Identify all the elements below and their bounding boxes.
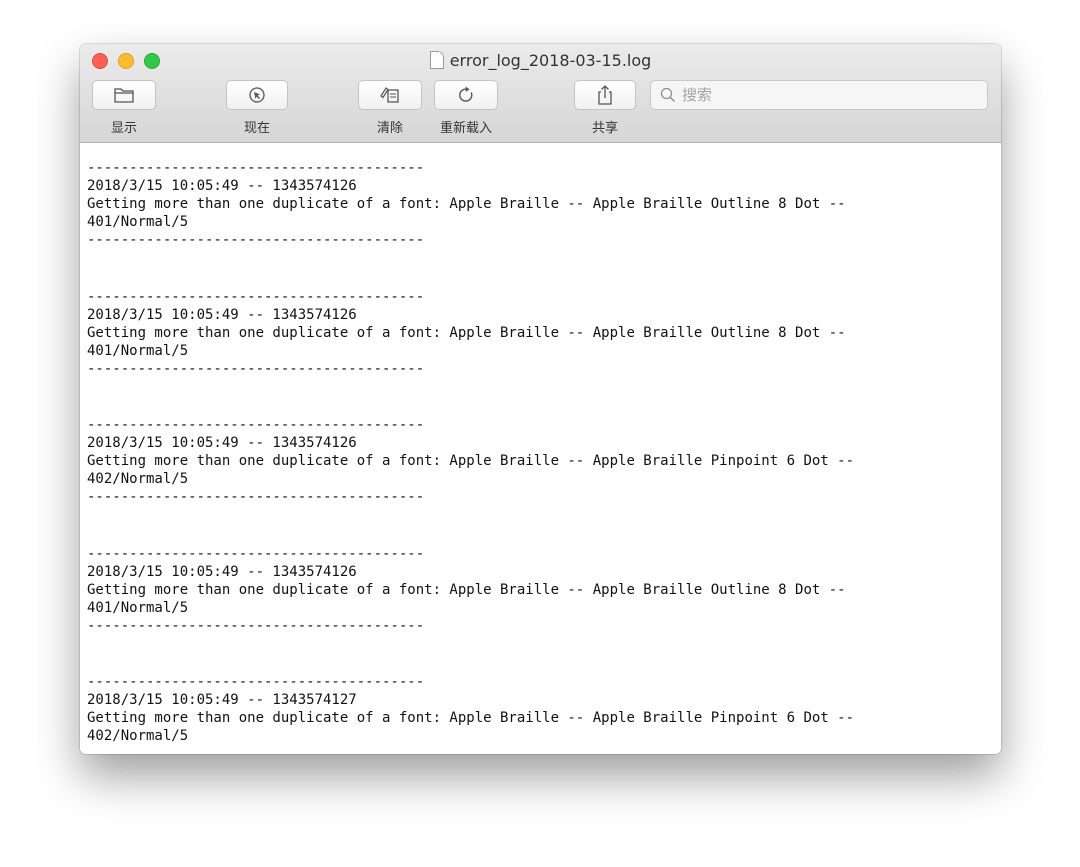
separator-top: ----------------------------------------: [87, 160, 425, 176]
entry-timestamp: 2018/3/15 10:05:49 -- 1343574126: [87, 178, 357, 194]
log-entry: ----------------------------------------…: [87, 288, 987, 417]
entry-detail: 401/Normal/5: [87, 342, 189, 359]
separator-top: ----------------------------------------: [87, 545, 425, 562]
log-text: ----------------------------------------…: [87, 159, 987, 754]
entry-detail: 401/Normal/5: [87, 599, 189, 616]
separator-top: ----------------------------------------: [87, 674, 425, 690]
separator-top: ----------------------------------------: [87, 288, 425, 305]
title-bar: error_log_2018-03-15.log 显示 现在 清除 重新载入 共…: [80, 44, 1001, 143]
log-content-area[interactable]: ----------------------------------------…: [80, 143, 1001, 754]
separator-top: ----------------------------------------: [87, 417, 425, 433]
clear-button[interactable]: [358, 80, 422, 110]
entry-detail: 402/Normal/5: [87, 471, 189, 487]
separator-bottom: ----------------------------------------: [87, 232, 425, 248]
clear-log-icon: [380, 87, 399, 103]
entry-message: Getting more than one duplicate of a fon…: [87, 710, 855, 726]
window-title: error_log_2018-03-15.log: [449, 51, 652, 70]
folder-icon: [114, 88, 134, 103]
share-icon: [598, 85, 612, 105]
reload-label: 重新载入: [439, 121, 492, 136]
entry-timestamp: 2018/3/15 10:05:49 -- 1343574127: [87, 692, 357, 708]
separator-bottom: ----------------------------------------: [87, 617, 425, 634]
log-entry: ----------------------------------------…: [87, 545, 987, 674]
document-icon: [429, 51, 444, 69]
share-label: 共享: [591, 121, 618, 136]
log-entry: ----------------------------------------…: [87, 673, 987, 754]
separator-bottom: ----------------------------------------: [87, 489, 425, 505]
share-button[interactable]: [574, 80, 636, 110]
cursor-arrow-icon: [249, 87, 265, 103]
separator-bottom: ----------------------------------------: [87, 360, 425, 377]
show-sidebar-button[interactable]: [92, 80, 156, 110]
now-button[interactable]: [226, 80, 288, 110]
entry-detail: 401/Normal/5: [87, 214, 189, 230]
show-sidebar-label: 显示: [110, 121, 137, 136]
log-entry: ----------------------------------------…: [87, 159, 987, 288]
search-field[interactable]: [650, 80, 988, 110]
log-entry: ----------------------------------------…: [87, 416, 987, 545]
reload-icon: [459, 86, 473, 102]
reload-button[interactable]: [434, 80, 498, 110]
entry-message: Getting more than one duplicate of a fon…: [87, 581, 846, 598]
entry-detail: 402/Normal/5: [87, 728, 189, 744]
entry-timestamp: 2018/3/15 10:05:49 -- 1343574126: [87, 563, 357, 580]
entry-message: Getting more than one duplicate of a fon…: [87, 196, 846, 212]
now-label: 现在: [243, 121, 270, 136]
clear-label: 清除: [376, 121, 403, 136]
console-window: error_log_2018-03-15.log 显示 现在 清除 重新载入 共…: [80, 44, 1001, 754]
magnifier-icon: [660, 87, 675, 102]
entry-message: Getting more than one duplicate of a fon…: [87, 324, 846, 341]
window-title-area: error_log_2018-03-15.log: [80, 51, 1001, 71]
entry-timestamp: 2018/3/15 10:05:49 -- 1343574126: [87, 435, 357, 451]
search-input[interactable]: [680, 85, 974, 105]
entry-timestamp: 2018/3/15 10:05:49 -- 1343574126: [87, 306, 357, 323]
entry-message: Getting more than one duplicate of a fon…: [87, 453, 855, 469]
